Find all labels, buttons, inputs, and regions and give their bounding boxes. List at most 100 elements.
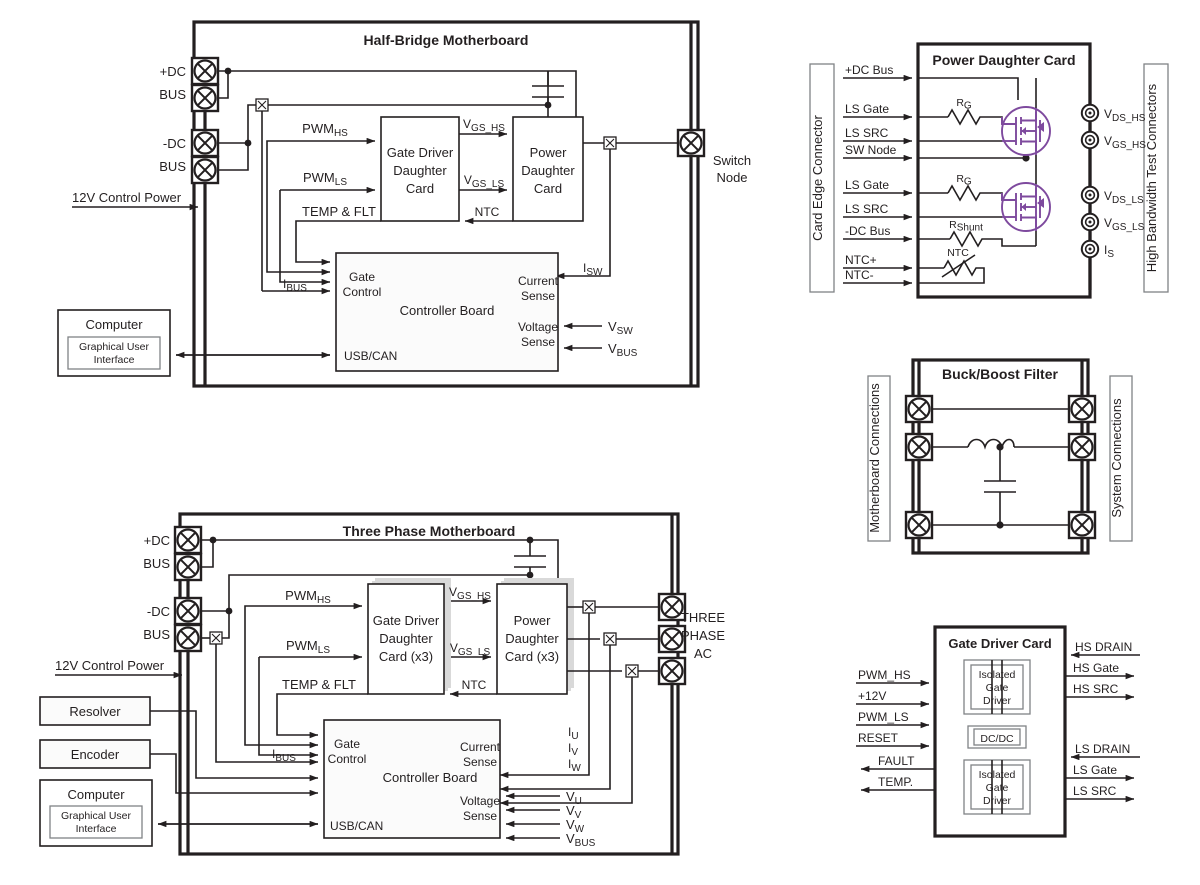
hb-pwmls-label: PWMLS [303,170,347,188]
hb-pwmhs-label: PWMHS [302,121,348,139]
tp-gdc-line2: Daughter [379,631,433,646]
tp-output-l1: THREE [681,610,725,625]
tp-pdc-label-1: +DC [144,533,170,548]
hb-ctrl-cs-l1: Current [518,274,559,288]
tp-terminal-ndc-1[interactable] [173,596,203,626]
hb-12v-label: 12V Control Power [72,190,182,205]
hb-pdc-line2: Daughter [521,163,575,178]
tp-gdc-line3: Card (x3) [379,649,433,664]
tp-ctrl-gate-l2: Control [328,752,367,766]
bbf-terminal-right-bottom[interactable] [1067,510,1097,540]
tp-xconn-iu[interactable] [582,600,596,614]
bbf-terminal-left-top[interactable] [904,394,934,424]
hb-xconn-ibus-sense[interactable] [255,98,269,112]
hb-gui-l1: Graphical User [79,341,150,353]
tp-tempflt-label: TEMP & FLT [282,677,356,692]
tp-pdc-label-2: BUS [143,556,170,571]
hb-ibus-label: IBUS [283,277,307,294]
tp-resolver-label: Resolver [69,704,121,719]
buck-boost-filter: Buck/Boost Filter Motherboard Connection… [867,358,1133,555]
pdc-testpoint-3[interactable] [1080,212,1100,232]
hb-terminal-ndc-2[interactable] [190,155,220,185]
gdc-in-label-2: PWM_LS [858,710,909,724]
gdc-out-label-2: HS SRC [1073,682,1119,696]
diagram-canvas: Half-Bridge Motherboard +DC BUS -DC BUS [0,0,1200,885]
gdc-in-label-5: TEMP. [878,775,913,789]
tp-terminal-pdc-2[interactable] [173,552,203,582]
pdc-pin-label-3: SW Node [845,143,897,157]
pdc-resistor-shunt [949,230,1036,248]
hb-ctrl-vs-l2: Sense [521,335,555,349]
hb-ctrl-vs-l1: Voltage [518,320,558,334]
hb-tempflt-label: TEMP & FLT [302,204,376,219]
gdc-iso-hs-l1: Isolated [979,669,1016,681]
three-phase-motherboard: Three Phase Motherboard +DC BUS -DC BUS … [39,512,725,856]
tp-ndc-label-2: BUS [143,627,170,642]
bbf-terminal-right-mid[interactable] [1067,432,1097,462]
pdc-rg-ls-label: RG [956,173,972,188]
hb-terminal-switch-node[interactable] [676,128,706,158]
hb-terminal-ndc-1[interactable] [190,128,220,158]
tp-xconn-iw[interactable] [625,664,639,678]
tp-wire-pdc-branch [201,540,214,568]
hb-ntc-label: NTC [475,205,500,219]
tp-xconn-ibus[interactable] [209,631,223,645]
hb-vbus-label: VBUS [608,341,638,359]
gdc-in-label-1: +12V [858,689,886,703]
pdc-testpoint-4[interactable] [1080,239,1100,259]
pdc-pin-label-7: NTC+ [845,253,877,267]
tp-title: Three Phase Motherboard [343,523,516,539]
pdc-resistor-rg-hs [947,108,1003,126]
pdc-resistor-rg-ls [947,184,1003,202]
tp-gdc-line1: Gate Driver [373,613,440,628]
gdc-iso-hs-l2: Gate [986,682,1009,694]
tp-wire-iw-sense [499,677,633,807]
hb-ctrl-cs-l2: Sense [521,289,555,303]
tp-ndc-label-1: -DC [147,604,170,619]
tp-xconn-iv[interactable] [603,632,617,646]
tp-ctrl-vs-l1: Voltage [460,794,500,808]
bbf-terminal-left-mid[interactable] [904,432,934,462]
pdc-mosfet-hs [1001,106,1051,156]
pdc-outline [916,42,1092,299]
pdc-pin-label-8: NTC- [845,268,874,282]
pdc-title: Power Daughter Card [932,52,1075,68]
hb-terminal-pdc-1[interactable] [190,56,220,86]
tp-terminal-pdc-1[interactable] [173,525,203,555]
tp-terminal-phase-w[interactable] [657,656,687,686]
hb-xconn-isw[interactable] [603,136,617,150]
pdc-tp-label-1: VGS_HS [1104,134,1146,151]
hb-wire-ndc-branch [218,143,249,171]
pdc-ntc-label: NTC [947,247,969,259]
gate-driver-card-detail: Gate Driver Card Isolated Gate Driver DC… [856,625,1140,838]
pdc-testpoint-1[interactable] [1080,130,1100,150]
gdc-iso-ls-l3: Driver [983,795,1012,807]
hb-gui-l2: Interface [94,354,135,366]
pdc-testpoint-0[interactable] [1080,103,1100,123]
tp-pdc-line2: Daughter [505,631,559,646]
bbf-terminal-left-bottom[interactable] [904,510,934,540]
gdc-in-label-4: FAULT [878,754,915,768]
hb-pdc-line3: Card [534,181,562,196]
hb-vgsls-label: VGS_LS [464,173,505,190]
tp-iu-label: IU [568,725,579,742]
gdc-dcdc-label: DC/DC [980,733,1014,745]
tp-gui-l2: Interface [76,823,117,835]
gdc-in-label-0: PWM_HS [858,668,911,682]
pdc-pin-label-4: LS Gate [845,178,889,192]
hb-terminal-pdc-2[interactable] [190,83,220,113]
pdc-right-connector-label: High Bandwidth Test Connectors [1144,83,1159,272]
tp-ctrl-name: Controller Board [383,770,478,785]
tp-terminal-ndc-2[interactable] [173,623,203,653]
tp-ntc-label: NTC [462,678,487,692]
tp-wire-pwmls-ctrl [258,657,319,759]
tp-ctrl-cs-l1: Current [460,740,501,754]
pdc-testpoint-2[interactable] [1080,185,1100,205]
tp-output-l2: PHASE [681,628,725,643]
bbf-inductor [967,438,1015,450]
tp-pdc-line1: Power [514,613,552,628]
bbf-terminal-right-top[interactable] [1067,394,1097,424]
pdc-tp-label-3: VGS_LS [1104,216,1145,233]
tp-vgsls-label: VGS_LS [450,641,491,658]
hb-ctrl-name: Controller Board [400,303,495,318]
